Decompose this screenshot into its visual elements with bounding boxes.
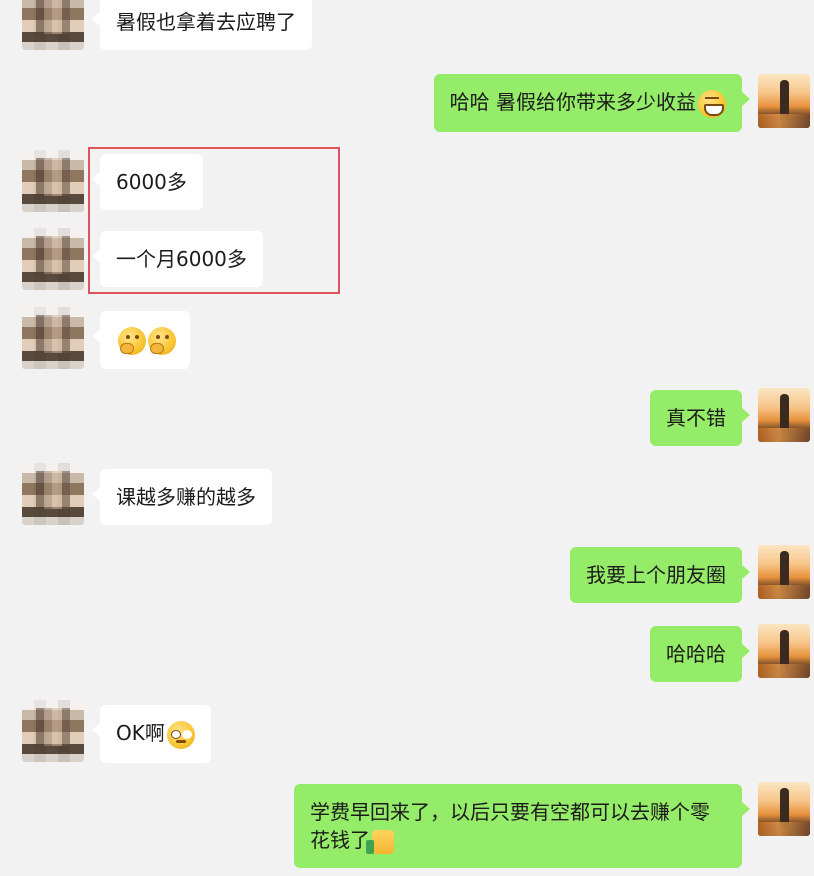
message-text: 真不错 <box>666 406 726 430</box>
thinking-emoji-icon <box>118 326 146 355</box>
message-text: 哈哈哈 <box>666 642 726 666</box>
message-text: 哈哈 暑假给你带来多少收益 <box>449 90 696 114</box>
message-text: 暑假也拿着去应聘了 <box>116 10 296 34</box>
my-avatar[interactable] <box>758 624 810 678</box>
message-bubble-sent: 我要上个朋友圈 <box>570 547 750 603</box>
message-bubble-sent: 真不错 <box>650 390 750 446</box>
message-bubble-received: 一个月6000多 <box>92 231 263 287</box>
message-bubble-received: 暑假也拿着去应聘了 <box>92 0 312 50</box>
cool-emoji-icon <box>166 720 195 749</box>
grin-emoji-icon <box>698 89 726 118</box>
message-bubble-received: 课越多赚的越多 <box>92 469 272 525</box>
contact-avatar[interactable] <box>22 150 84 212</box>
message-bubble-received <box>92 311 190 369</box>
contact-avatar[interactable] <box>22 700 84 762</box>
message-bubble-sent: 哈哈 暑假给你带来多少收益 <box>433 74 751 132</box>
message-bubble-received: OK啊 <box>92 705 211 763</box>
message-bubble-sent: 哈哈哈 <box>650 626 750 682</box>
contact-avatar[interactable] <box>22 307 84 369</box>
message-text: OK啊 <box>116 721 165 745</box>
message-text: 6000多 <box>116 170 187 194</box>
message-text: 一个月6000多 <box>116 247 247 271</box>
thumbs-up-emoji-icon <box>366 829 394 854</box>
contact-avatar[interactable] <box>22 0 84 50</box>
thinking-emoji-icon <box>148 326 176 355</box>
message-text: 课越多赚的越多 <box>116 485 256 509</box>
my-avatar[interactable] <box>758 545 810 599</box>
my-avatar[interactable] <box>758 74 810 128</box>
contact-avatar[interactable] <box>22 228 84 290</box>
contact-avatar[interactable] <box>22 463 84 525</box>
message-text: 我要上个朋友圈 <box>586 563 726 587</box>
my-avatar[interactable] <box>758 782 810 836</box>
message-bubble-sent: 学费早回来了，以后只要有空都可以去赚个零花钱了 <box>294 784 750 868</box>
message-bubble-received: 6000多 <box>92 154 203 210</box>
my-avatar[interactable] <box>758 388 810 442</box>
